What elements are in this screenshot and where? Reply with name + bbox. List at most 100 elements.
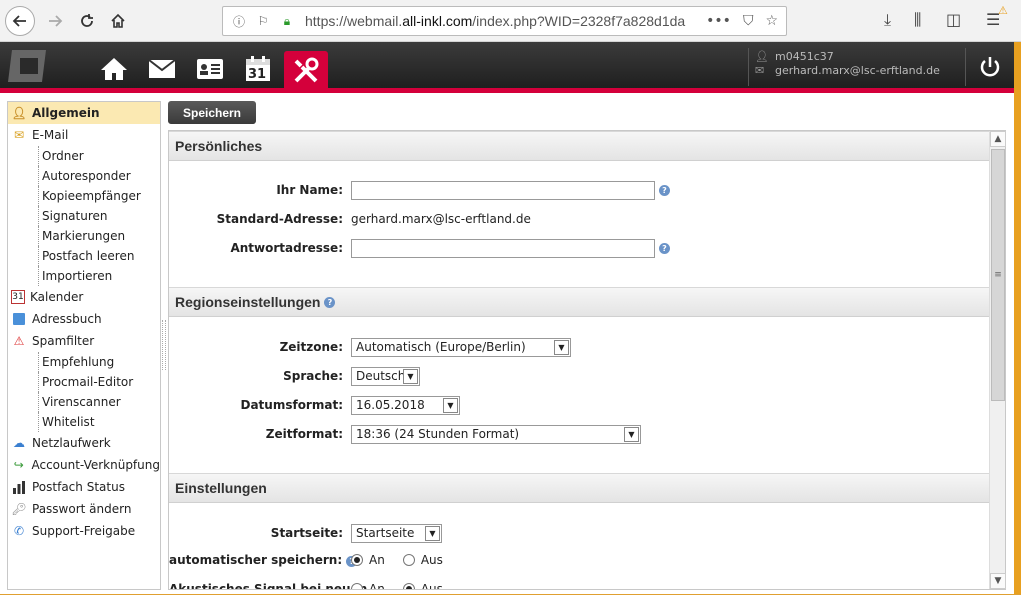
autosave-radio-group: An Aus bbox=[351, 553, 455, 567]
panel-scrollbar[interactable]: ▲ ≡ ▼ bbox=[989, 131, 1006, 589]
nav-contacts-button[interactable] bbox=[190, 50, 230, 88]
header-divider bbox=[965, 48, 966, 86]
timeformat-select[interactable]: 18:36 (24 Stunden Format) ▼ bbox=[351, 424, 641, 444]
chevron-down-icon: ▼ bbox=[425, 525, 440, 541]
sidebar-subitem-recommendation[interactable]: Empfehlung bbox=[8, 352, 160, 372]
radio-label: An bbox=[369, 553, 385, 567]
nav-mail-button[interactable] bbox=[142, 50, 182, 88]
sidebar-item-label: Support-Freigabe bbox=[32, 524, 136, 538]
nav-settings-button[interactable] bbox=[284, 51, 328, 91]
row-reply-address: Antwortadresse: ? bbox=[169, 236, 989, 260]
pocket-icon[interactable]: ⛉ bbox=[743, 13, 754, 29]
radio-label: Aus bbox=[420, 582, 443, 590]
language-label: Sprache: bbox=[283, 369, 343, 383]
settings-sidebar: 👤︎ Allgemein ✉ E-Mail Ordner Autoresponder… bbox=[7, 101, 161, 590]
timezone-select[interactable]: Automatisch (Europe/Berlin) ▼ bbox=[351, 337, 571, 357]
library-icon[interactable]: ⫼ bbox=[914, 10, 921, 30]
help-icon[interactable]: ? bbox=[324, 296, 336, 308]
sidebar-item-calendar[interactable]: 31 Kalender bbox=[8, 286, 160, 308]
logout-button[interactable] bbox=[975, 52, 1005, 82]
sidebar-subitem-label: Postfach leeren bbox=[42, 249, 135, 263]
forward-button[interactable] bbox=[40, 6, 70, 36]
envelope-icon bbox=[148, 59, 176, 78]
sidebar-item-email[interactable]: ✉ E-Mail bbox=[8, 124, 160, 146]
sidebar-item-addressbook[interactable]: Adressbuch bbox=[8, 308, 160, 330]
autosave-label: automatischer speichern:? bbox=[169, 553, 358, 567]
sidebar-subitem-copy-recipients[interactable]: Kopieempfänger bbox=[8, 186, 160, 206]
sound-radio-group: An Aus bbox=[351, 582, 455, 590]
language-select[interactable]: Deutsch ▼ bbox=[351, 366, 420, 386]
sidebar-subitem-import[interactable]: Importieren bbox=[8, 266, 160, 286]
info-icon[interactable]: ⓘ bbox=[231, 13, 247, 29]
select-value: 18:36 (24 Stunden Format) bbox=[356, 427, 520, 441]
scroll-down-arrow-icon[interactable]: ▼ bbox=[990, 573, 1006, 589]
more-actions-icon[interactable]: ••• bbox=[706, 13, 731, 29]
scroll-up-arrow-icon[interactable]: ▲ bbox=[990, 131, 1006, 147]
sidebar-toggle-icon[interactable]: ◫ bbox=[946, 10, 961, 29]
sidebar-subitem-label: Virenscanner bbox=[42, 395, 121, 409]
addressbook-icon bbox=[11, 311, 27, 327]
sidebar-item-label: Spamfilter bbox=[32, 334, 95, 348]
sidebar-subitem-markings[interactable]: Markierungen bbox=[8, 226, 160, 246]
help-icon[interactable]: ? bbox=[659, 242, 670, 254]
sidebar-item-change-password[interactable]: 🔑︎ Passwort ändern bbox=[8, 498, 160, 520]
user-icon: 👤︎ bbox=[755, 50, 769, 63]
url-text[interactable]: https://webmail.all-inkl.com/index.php?W… bbox=[305, 13, 705, 29]
sidebar-item-account-link[interactable]: ↪ Account-Verknüpfung bbox=[8, 454, 160, 476]
permissions-icon[interactable]: ⚐ bbox=[255, 13, 271, 29]
browser-home-button[interactable] bbox=[103, 6, 133, 36]
help-icon[interactable]: ? bbox=[659, 184, 670, 196]
standard-address-label: Standard-Adresse: bbox=[216, 212, 343, 226]
nav-home-button[interactable] bbox=[94, 50, 134, 88]
name-input[interactable] bbox=[351, 180, 655, 200]
sound-off-radio[interactable] bbox=[402, 583, 415, 589]
nav-calendar-button[interactable]: 31 bbox=[238, 50, 278, 88]
sidebar-item-general[interactable]: 👤︎ Allgemein bbox=[8, 102, 160, 124]
browser-toolbar: ⓘ ⚐ 🔒︎ https://webmail.all-inkl.com/inde… bbox=[0, 0, 1021, 42]
select-value: 16.05.2018 bbox=[356, 398, 425, 412]
reload-button[interactable] bbox=[72, 6, 102, 36]
sidebar-item-netdrive[interactable]: ☁ Netzlaufwerk bbox=[8, 432, 160, 454]
sidebar-splitter[interactable] bbox=[162, 320, 166, 370]
autosave-off-radio[interactable] bbox=[402, 554, 415, 566]
link-arrow-icon: ↪ bbox=[13, 458, 24, 472]
bookmark-star-icon[interactable]: ☆ bbox=[765, 13, 778, 29]
sidebar-subitem-signatures[interactable]: Signaturen bbox=[8, 206, 160, 226]
startpage-select[interactable]: Startseite ▼ bbox=[351, 523, 442, 543]
scroll-thumb[interactable]: ≡ bbox=[991, 149, 1005, 401]
sidebar-item-spamfilter[interactable]: ⚠ Spamfilter bbox=[8, 330, 160, 352]
sidebar-subitem-virusscanner[interactable]: Virenscanner bbox=[8, 392, 160, 412]
back-button[interactable] bbox=[5, 6, 35, 36]
bar-chart-icon bbox=[11, 479, 27, 495]
row-timezone: Zeitzone: Automatisch (Europe/Berlin) ▼ bbox=[169, 335, 989, 359]
sidebar-subitem-procmail-editor[interactable]: Procmail-Editor bbox=[8, 372, 160, 392]
sidebar-item-mailbox-status[interactable]: Postfach Status bbox=[8, 476, 160, 498]
sidebar-subitem-autoresponder[interactable]: Autoresponder bbox=[8, 166, 160, 186]
autosave-on-radio[interactable] bbox=[351, 554, 363, 566]
url-bar[interactable]: ⓘ ⚐ 🔒︎ https://webmail.all-inkl.com/inde… bbox=[222, 6, 787, 36]
warning-icon: ⚠ bbox=[998, 4, 1008, 17]
reply-address-input[interactable] bbox=[351, 238, 655, 258]
sidebar-subitem-label: Kopieempfänger bbox=[42, 189, 141, 203]
sidebar-item-label: Allgemein bbox=[32, 106, 100, 120]
header-divider bbox=[748, 48, 749, 86]
sidebar-item-support-share[interactable]: ✆ Support-Freigabe bbox=[8, 520, 160, 542]
sidebar-subitem-empty-mailbox[interactable]: Postfach leeren bbox=[8, 246, 160, 266]
url-path: /index.php?WID=2328f7a828d1da bbox=[472, 13, 686, 29]
select-value: Deutsch bbox=[356, 369, 406, 383]
row-startpage: Startseite: Startseite ▼ bbox=[169, 521, 989, 545]
sound-on-radio[interactable] bbox=[351, 583, 363, 589]
dateformat-label: Datumsformat: bbox=[240, 398, 343, 412]
header-accent-stripe bbox=[0, 88, 1021, 93]
row-standard-address: Standard-Adresse: gerhard.marx@lsc-erftl… bbox=[169, 207, 989, 231]
sidebar-subitem-folders[interactable]: Ordner bbox=[8, 146, 160, 166]
save-button[interactable]: Speichern bbox=[168, 101, 256, 124]
sidebar-subitem-label: Ordner bbox=[42, 149, 84, 163]
arrow-left-icon bbox=[12, 15, 26, 27]
warning-icon: ⚠ bbox=[13, 334, 25, 348]
download-icon[interactable]: ⤓ bbox=[884, 10, 891, 30]
sidebar-item-label: Kalender bbox=[30, 290, 84, 304]
sidebar-subitem-whitelist[interactable]: Whitelist bbox=[8, 412, 160, 432]
sidebar-item-label: Postfach Status bbox=[32, 480, 125, 494]
dateformat-select[interactable]: 16.05.2018 ▼ bbox=[351, 395, 460, 415]
